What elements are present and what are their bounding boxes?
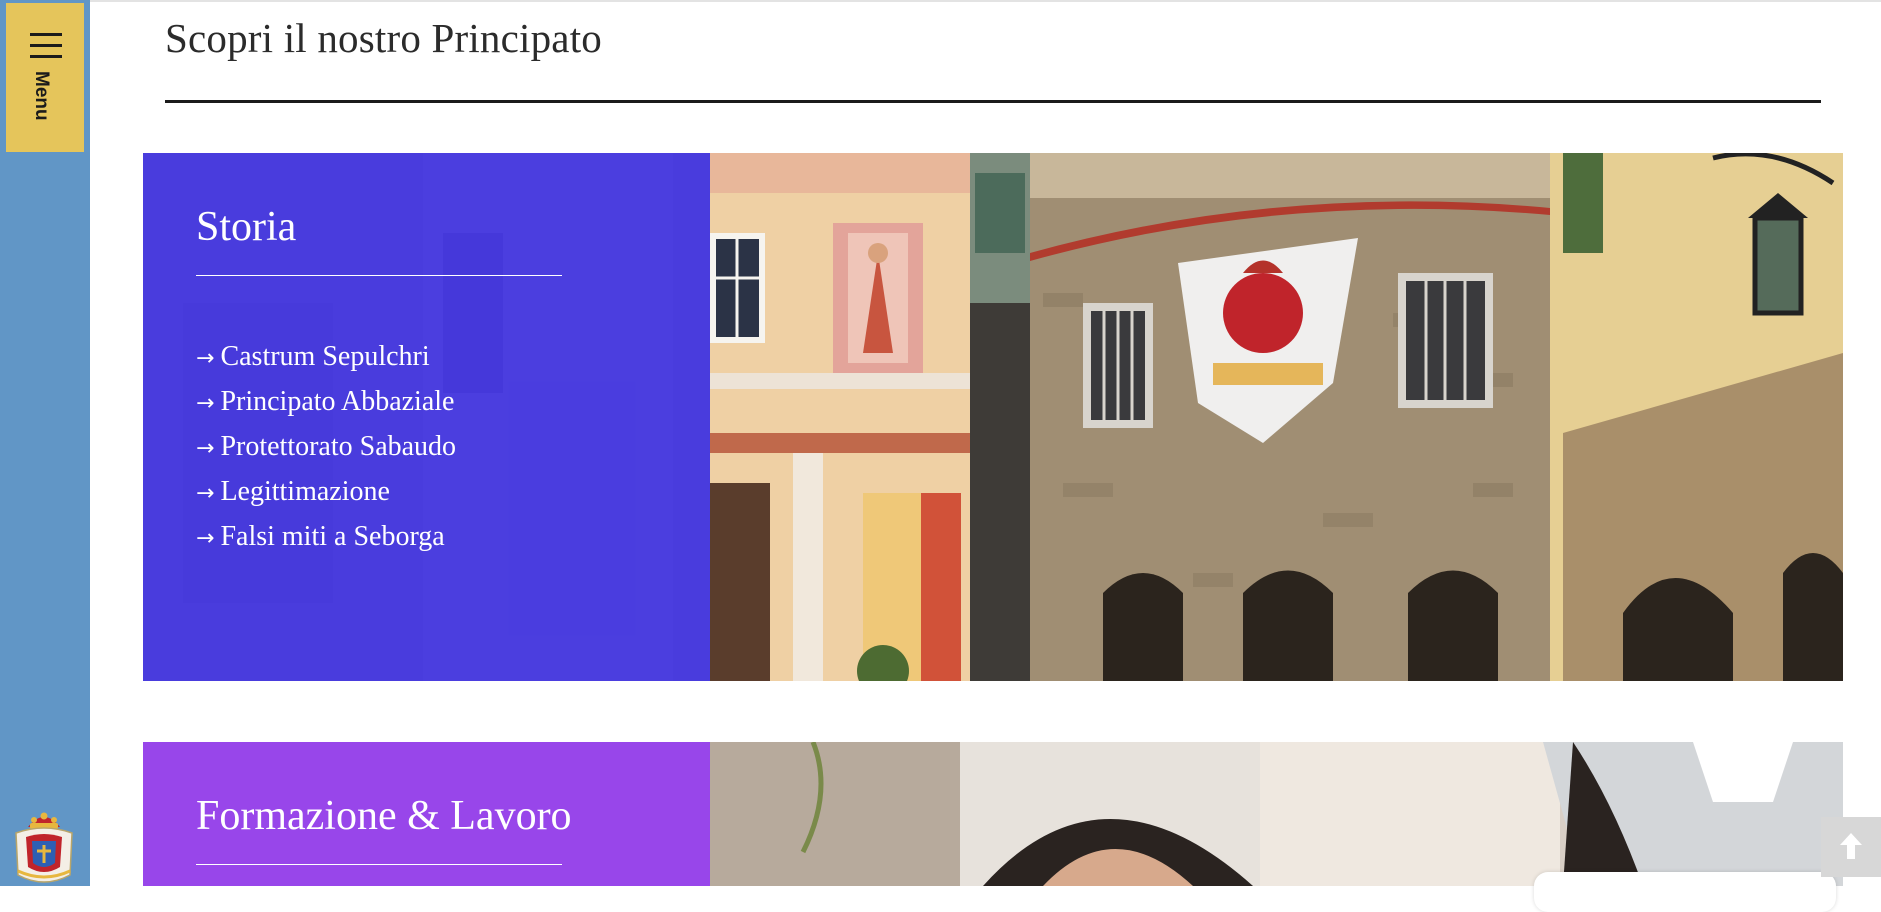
storia-panel: Storia → Castrum Sepulchri → Principato Ab… bbox=[143, 153, 710, 681]
arrow-right-icon: → bbox=[196, 391, 215, 416]
sidebar: Menu bbox=[0, 0, 90, 886]
menu-button[interactable]: Menu bbox=[6, 3, 84, 152]
arrow-right-icon: → bbox=[196, 481, 215, 506]
formazione-title[interactable]: Formazione & Lavoro bbox=[196, 792, 572, 840]
link-label: Protettorato Sabaudo bbox=[220, 431, 457, 462]
storia-card: Storia → Castrum Sepulchri → Principato Ab… bbox=[143, 153, 1843, 681]
formazione-divider bbox=[196, 864, 562, 865]
link-falsi-miti[interactable]: → Falsi miti a Seborga bbox=[196, 514, 456, 559]
page-title: Scopri il nostro Principato bbox=[165, 15, 603, 61]
menu-label: Menu bbox=[31, 71, 52, 121]
arrow-up-icon bbox=[1840, 833, 1862, 859]
coat-of-arms-logo[interactable] bbox=[10, 805, 78, 886]
arrow-right-icon: → bbox=[196, 526, 215, 551]
storia-link-list: → Castrum Sepulchri → Principato Abbaziale… bbox=[196, 334, 456, 559]
formazione-card: Formazione & Lavoro bbox=[143, 742, 1843, 886]
title-divider bbox=[165, 100, 1821, 103]
arrow-right-icon: → bbox=[196, 436, 215, 461]
link-label: Principato Abbaziale bbox=[220, 386, 455, 417]
link-label: Falsi miti a Seborga bbox=[220, 521, 445, 552]
link-principato-abbaziale[interactable]: → Principato Abbaziale bbox=[196, 379, 456, 424]
top-divider bbox=[0, 0, 1881, 2]
hamburger-icon bbox=[30, 33, 62, 59]
formazione-panel: Formazione & Lavoro bbox=[143, 742, 710, 886]
arrow-right-icon: → bbox=[196, 346, 215, 371]
storia-title[interactable]: Storia bbox=[196, 203, 296, 251]
link-label: Castrum Sepulchri bbox=[220, 341, 430, 372]
link-protettorato-sabaudo[interactable]: → Protettorato Sabaudo bbox=[196, 424, 456, 469]
link-legittimazione[interactable]: → Legittimazione bbox=[196, 469, 456, 514]
back-to-top-button[interactable] bbox=[1821, 817, 1881, 877]
storia-divider bbox=[196, 275, 562, 276]
link-label: Legittimazione bbox=[220, 476, 390, 507]
floating-widget[interactable] bbox=[1534, 872, 1836, 912]
link-castrum-sepulchri[interactable]: → Castrum Sepulchri bbox=[196, 334, 456, 379]
